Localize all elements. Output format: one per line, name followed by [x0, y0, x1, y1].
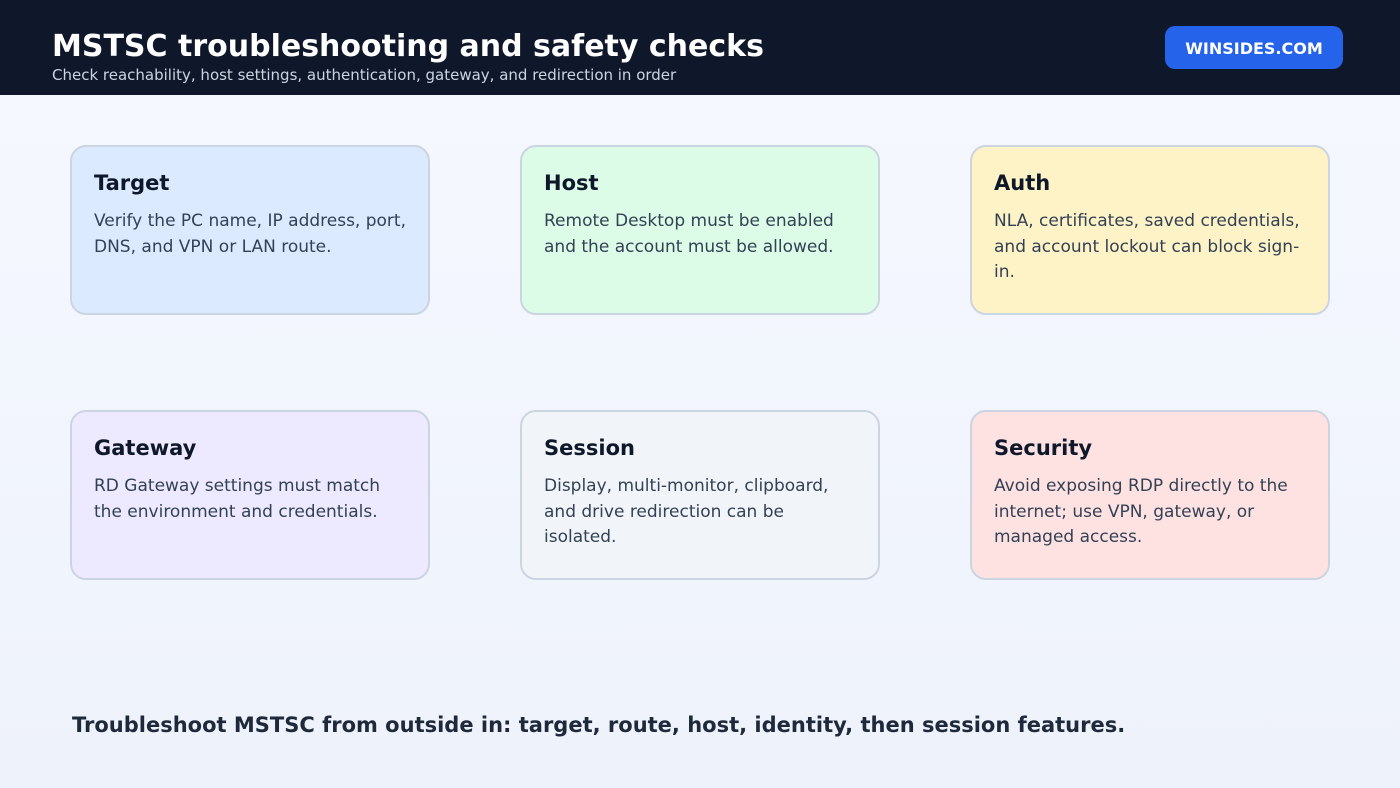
header-bar: MSTSC troubleshooting and safety checks … — [0, 0, 1400, 95]
brand-badge[interactable]: WINSIDES.COM — [1165, 26, 1343, 69]
card-session: Session Display, multi-monitor, clipboar… — [520, 410, 880, 580]
card-body: Remote Desktop must be enabled and the a… — [544, 211, 834, 257]
card-target: Target Verify the PC name, IP address, p… — [70, 145, 430, 315]
card-auth: Auth NLA, certificates, saved credential… — [970, 145, 1330, 315]
card-title: Host — [544, 171, 599, 195]
card-body: Verify the PC name, IP address, port, DN… — [94, 211, 406, 257]
card-title: Security — [994, 436, 1093, 460]
card-title: Auth — [994, 171, 1051, 195]
card-title: Target — [94, 171, 170, 195]
footer-summary: Troubleshoot MSTSC from outside in: targ… — [72, 713, 1126, 737]
card-body: Avoid exposing RDP directly to the inter… — [994, 476, 1288, 547]
card-body: Display, multi-monitor, clipboard, and d… — [544, 476, 829, 547]
page-subtitle: Check reachability, host settings, authe… — [52, 66, 677, 84]
page-title: MSTSC troubleshooting and safety checks — [52, 29, 764, 64]
card-security: Security Avoid exposing RDP directly to … — [970, 410, 1330, 580]
card-body: NLA, certificates, saved credentials, an… — [994, 211, 1300, 282]
card-gateway: Gateway RD Gateway settings must match t… — [70, 410, 430, 580]
card-title: Gateway — [94, 436, 197, 460]
card-title: Session — [544, 436, 635, 460]
card-body: RD Gateway settings must match the envir… — [94, 476, 381, 522]
card-host: Host Remote Desktop must be enabled and … — [520, 145, 880, 315]
